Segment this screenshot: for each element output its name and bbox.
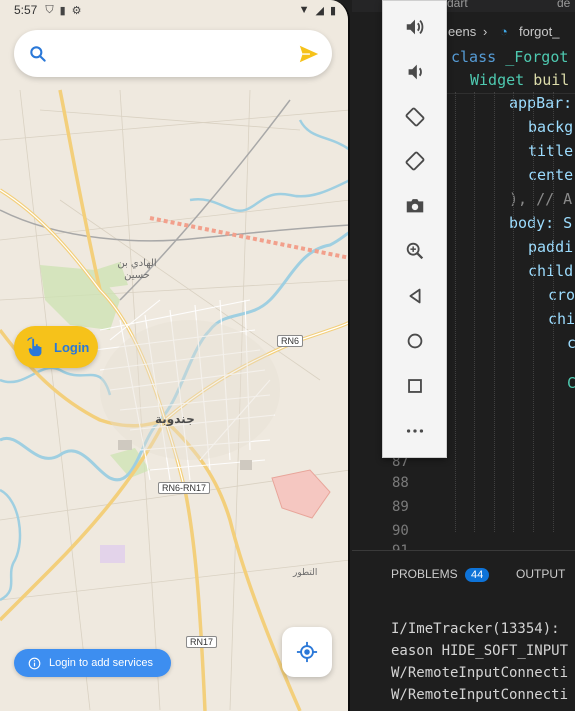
screen: جندوبة الهادي بن حسين التطور RN6 RN6-RN1… xyxy=(0,0,575,711)
zoom-button[interactable] xyxy=(403,239,427,263)
map-label-city: جندوبة xyxy=(155,412,195,426)
volume-up-button[interactable] xyxy=(403,15,427,39)
status-time: 5:57 xyxy=(14,3,38,17)
search-input[interactable] xyxy=(58,45,298,62)
code-line: body: S xyxy=(509,214,573,232)
code-identifier: _Forgot xyxy=(505,48,569,66)
my-location-button[interactable] xyxy=(282,627,332,677)
code-line: Widget buil xyxy=(470,71,569,89)
map-label-village: الهادي بن حسين xyxy=(117,258,157,281)
signal-icon: ◢ xyxy=(315,4,324,17)
problems-tab-label: PROBLEMS xyxy=(391,567,458,581)
code-line: C xyxy=(567,374,575,392)
code-line: appBar: xyxy=(509,94,573,112)
more-button[interactable] xyxy=(403,419,427,443)
shield-icon: ⛉ xyxy=(45,3,54,16)
problems-count-badge: 44 xyxy=(465,568,490,582)
volume-up-icon xyxy=(406,19,424,35)
code-line: paddi xyxy=(528,238,574,256)
info-icon xyxy=(28,657,41,669)
debug-icon: ⚙ xyxy=(71,4,82,17)
rotate-left-icon xyxy=(405,107,425,127)
tab-output[interactable]: OUTPUT xyxy=(516,567,565,581)
rotate-left-button[interactable] xyxy=(403,105,427,129)
login-button[interactable]: Login xyxy=(14,326,98,368)
screenshot-button[interactable] xyxy=(403,194,427,218)
editor-tab[interactable]: de xyxy=(557,0,570,10)
code-line: c xyxy=(567,334,575,352)
hand-pointer-icon xyxy=(27,337,42,357)
map-label-area: التطور xyxy=(293,568,318,578)
volume-down-icon xyxy=(408,64,422,80)
output-line: W/RemoteInputConnecti xyxy=(391,687,569,703)
zoom-icon xyxy=(406,242,424,260)
code-line: class _Forgot xyxy=(451,48,568,66)
indent-guide xyxy=(553,92,554,532)
home-button[interactable] xyxy=(403,329,427,353)
road-shield-label: RN6-RN17 xyxy=(162,483,207,493)
tab-problems[interactable]: PROBLEMS 44 xyxy=(391,567,490,582)
login-to-add-services-button[interactable]: Login to add services xyxy=(14,649,171,677)
indent-guide xyxy=(533,92,534,532)
code-line: backg xyxy=(528,118,574,136)
breadcrumb-folder[interactable]: eens xyxy=(448,24,476,39)
search-icon[interactable] xyxy=(28,44,48,64)
login-button-label: Login xyxy=(54,339,90,355)
wifi-icon: ▼ xyxy=(298,3,310,16)
back-triangle-icon xyxy=(409,288,421,304)
overview-square-icon xyxy=(408,379,422,393)
indent-guide xyxy=(494,92,495,532)
line-number: 91 xyxy=(392,543,409,550)
indent-guide xyxy=(455,92,456,532)
line-number: 88 xyxy=(392,475,409,491)
code-method: buil xyxy=(533,71,570,89)
camera-icon xyxy=(406,199,424,213)
code-line: ), // A xyxy=(509,190,573,208)
code-line: title xyxy=(528,142,574,160)
send-icon[interactable] xyxy=(298,43,320,65)
editor-tab[interactable]: dart xyxy=(447,0,468,10)
road-shield-rn6: RN6 xyxy=(277,335,304,347)
road-shield-label: RN6 xyxy=(281,336,300,346)
overview-button[interactable] xyxy=(403,374,427,398)
emulator-toolbar xyxy=(382,0,447,458)
road-shield-label: RN17 xyxy=(190,637,214,647)
rotate-right-button[interactable] xyxy=(403,149,427,173)
services-chip-label: Login to add services xyxy=(49,657,153,669)
my-location-icon xyxy=(296,641,318,663)
code-type: Widget xyxy=(470,71,525,89)
chevron-right-icon: › xyxy=(483,24,488,39)
bottom-panel: PROBLEMS 44 OUTPUT I/ImeTracker(13354): … xyxy=(352,550,575,711)
output-line: eason HIDE_SOFT_INPUT xyxy=(391,643,569,659)
rotate-right-icon xyxy=(405,151,425,171)
sim-icon: ▮ xyxy=(59,4,66,17)
indent-guide xyxy=(513,92,514,532)
output-line: W/RemoteInputConnecti xyxy=(391,665,569,681)
code-line: child xyxy=(528,262,574,280)
code-line: cente xyxy=(528,166,574,184)
status-right-icons: ▼ ◢ ▮ xyxy=(299,4,336,17)
back-button[interactable] xyxy=(403,284,427,308)
battery-icon: ▮ xyxy=(329,4,336,17)
dart-file-icon: ◔ xyxy=(500,24,508,39)
volume-down-button[interactable] xyxy=(403,60,427,84)
status-bar: 5:57 ⛉ ▮ ⚙ ▼ ◢ ▮ xyxy=(0,0,348,20)
line-number: 90 xyxy=(392,523,409,539)
phone-screen: جندوبة الهادي بن حسين التطور RN6 RN6-RN1… xyxy=(0,0,350,711)
indent-guide xyxy=(474,92,475,532)
more-horizontal-icon xyxy=(406,429,424,433)
road-shield-rn17: RN17 xyxy=(186,636,218,648)
road-shield-rn6-rn17: RN6-RN17 xyxy=(158,482,211,494)
home-circle-icon xyxy=(407,333,423,349)
code-keyword: class xyxy=(451,48,497,66)
search-bar xyxy=(14,30,332,77)
breadcrumb-file[interactable]: forgot_ xyxy=(519,24,559,39)
line-number: 89 xyxy=(392,499,409,515)
output-line: I/ImeTracker(13354): xyxy=(391,621,560,637)
